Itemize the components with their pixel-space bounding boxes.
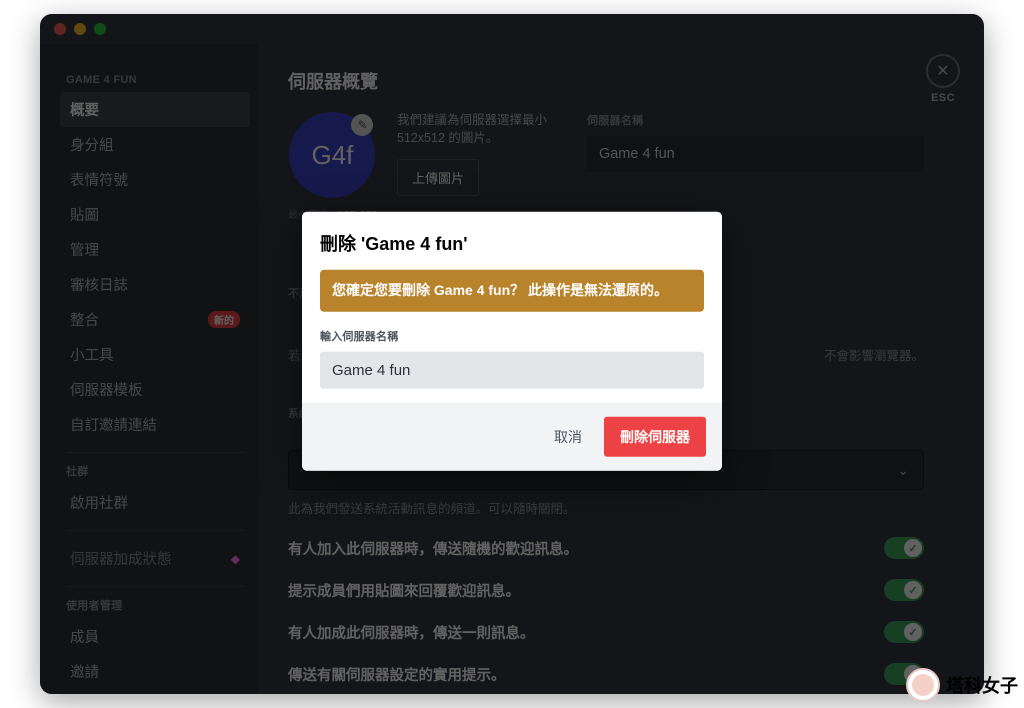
confirm-delete-button[interactable]: 刪除伺服器 bbox=[604, 416, 706, 456]
cancel-button[interactable]: 取消 bbox=[546, 418, 590, 454]
modal-input-label: 輸入伺服器名稱 bbox=[320, 327, 704, 343]
app-window: GAME 4 FUN 概要 身分組 表情符號 貼圖 管理 審核日誌 整合 新的 … bbox=[40, 14, 984, 694]
confirm-server-name-input[interactable] bbox=[320, 351, 704, 388]
modal-warning: 您確定您要刪除 Game 4 fun？ 此操作是無法還原的。 bbox=[320, 270, 704, 312]
watermark-text: 塔科女子 bbox=[946, 672, 1018, 698]
watermark: 塔科女子 bbox=[906, 668, 1018, 702]
watermark-avatar-icon bbox=[906, 668, 940, 702]
modal-footer: 取消 刪除伺服器 bbox=[302, 402, 722, 470]
modal-title: 刪除 'Game 4 fun' bbox=[320, 230, 704, 256]
delete-server-modal: 刪除 'Game 4 fun' 您確定您要刪除 Game 4 fun？ 此操作是… bbox=[302, 212, 722, 471]
